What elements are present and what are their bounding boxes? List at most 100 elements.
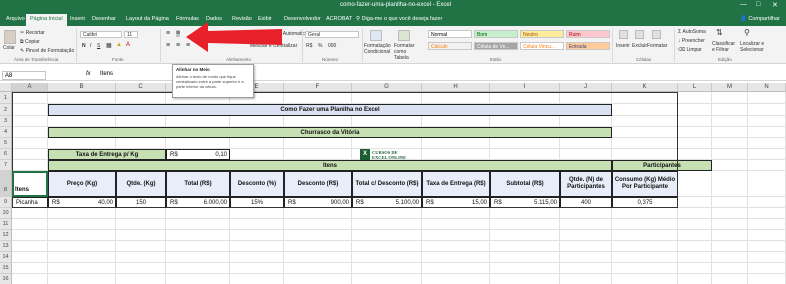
close-button[interactable]: ✕ xyxy=(772,1,778,9)
tab-arquivo[interactable]: Arquivo xyxy=(6,16,25,22)
consumption-value[interactable]: 0,375 xyxy=(612,197,678,208)
find-select-icon[interactable]: ⚲ xyxy=(744,28,750,37)
tax-label[interactable]: Taxa de Entrega p/ Kg xyxy=(48,149,166,160)
header-cell[interactable]: Desconto (%) xyxy=(230,171,284,197)
font-size-select[interactable]: 11 xyxy=(124,31,138,38)
header-cell[interactable]: Total c/ Desconto (R$) xyxy=(352,171,422,197)
header-cell[interactable]: Qtde. (N) de Participantes xyxy=(560,171,612,197)
qty-value[interactable]: 150 xyxy=(116,197,166,208)
item-name[interactable]: Picanha xyxy=(12,197,48,208)
column-header[interactable]: K xyxy=(612,83,678,92)
column-header[interactable]: M xyxy=(712,83,748,92)
conditional-format-icon[interactable] xyxy=(370,30,382,41)
clear-button[interactable]: ⌫ Limpar xyxy=(678,47,702,53)
tell-me-search[interactable]: ⚲ Diga-me o que você deseja fazer xyxy=(356,16,442,22)
row-header[interactable]: 9 xyxy=(0,197,12,208)
sort-filter-button[interactable]: Classificar e Filtrar xyxy=(712,41,736,53)
cell-style-6[interactable]: Célula Vincu... xyxy=(520,42,564,50)
cell-style-2[interactable]: Neutro xyxy=(520,30,564,38)
row-header[interactable]: 11 xyxy=(0,219,12,230)
header-cell[interactable]: Preço (Kg) xyxy=(48,171,116,197)
fill-button[interactable]: ↓ Preencher xyxy=(678,38,705,44)
borders-icon[interactable]: ▦ xyxy=(106,42,112,49)
cell-style-1[interactable]: Bom xyxy=(474,30,518,38)
format-table-icon[interactable] xyxy=(398,30,410,41)
formula-input[interactable]: Itens xyxy=(100,71,113,77)
cell-style-3[interactable]: Ruim xyxy=(566,30,610,38)
header-cell[interactable]: Desconto (R$) xyxy=(284,171,352,197)
column-header[interactable]: J xyxy=(560,83,612,92)
row-header[interactable]: 14 xyxy=(0,252,12,263)
row-header[interactable]: 3 xyxy=(0,116,12,127)
row-header[interactable]: 8 xyxy=(0,171,12,197)
discount-pct[interactable]: 15% xyxy=(230,197,284,208)
delete-cells-icon[interactable] xyxy=(635,30,644,39)
header-cell[interactable]: Total (R$) xyxy=(166,171,230,197)
paste-label[interactable]: Colar xyxy=(3,45,15,51)
discount-value[interactable]: 900,00 xyxy=(284,197,352,208)
cell-style-7[interactable]: Entrada xyxy=(566,42,610,50)
tab-desenvolvedor[interactable]: Desenvolvedor xyxy=(284,16,321,22)
tab-inserir[interactable]: Inserir xyxy=(70,16,85,22)
header-cell[interactable]: Consumo (Kg) Médio Por Participante xyxy=(612,171,678,197)
cell-style-5[interactable]: Célula de Ve... xyxy=(474,42,518,50)
column-header[interactable]: F xyxy=(284,83,352,92)
fx-icon[interactable]: fx xyxy=(86,71,91,77)
row-header[interactable]: 2 xyxy=(0,104,12,116)
sheet-subtitle[interactable]: Churrasco da Vitória xyxy=(48,127,612,138)
column-header[interactable]: N xyxy=(748,83,786,92)
autosum-button[interactable]: Σ AutoSoma xyxy=(678,29,706,35)
fee-value[interactable]: 15,00 xyxy=(422,197,490,208)
insert-cells-icon[interactable] xyxy=(619,30,628,39)
row-header[interactable]: 7 xyxy=(0,160,12,171)
share-button[interactable]: 👤 Compartilhar xyxy=(740,16,780,22)
header-cell[interactable]: Subtotal (R$) xyxy=(490,171,560,197)
row-header[interactable]: 15 xyxy=(0,263,12,274)
percent-button[interactable]: % xyxy=(318,43,322,49)
participants-value[interactable]: 400 xyxy=(560,197,612,208)
row-header[interactable]: 10 xyxy=(0,208,12,219)
price-value[interactable]: 40,00 xyxy=(48,197,116,208)
row-header[interactable]: 16 xyxy=(0,274,12,284)
format-cells-icon[interactable] xyxy=(652,30,661,39)
row-header[interactable]: 6 xyxy=(0,149,12,160)
total-value[interactable]: 6.000,00 xyxy=(166,197,230,208)
column-header[interactable]: C xyxy=(116,83,166,92)
sort-filter-icon[interactable]: ⇅ xyxy=(716,28,723,37)
minimize-button[interactable]: — xyxy=(740,1,747,8)
copy-button[interactable]: ⧉ Copiar xyxy=(20,39,40,45)
number-format-select[interactable]: Geral xyxy=(305,31,359,38)
format-table-button[interactable]: Formatar como Tabela xyxy=(394,43,422,61)
font-color-icon[interactable]: A xyxy=(126,42,130,48)
tab-pagina-inicial[interactable]: Página Inicial xyxy=(26,14,67,26)
currency-button[interactable]: R$ xyxy=(306,43,312,49)
cut-button[interactable]: ✂ Recortar xyxy=(20,30,45,36)
column-header[interactable]: H xyxy=(422,83,490,92)
format-painter-button[interactable]: ✎ Pincel de Formatação xyxy=(20,48,74,54)
column-header[interactable]: I xyxy=(490,83,560,92)
find-select-button[interactable]: Localizar e Selecionar xyxy=(740,41,770,53)
tax-value[interactable]: 0,10 xyxy=(166,149,230,160)
spreadsheet-grid[interactable]: ABCDEFGHIJKLMN12345678910111213141516Com… xyxy=(0,83,786,284)
bold-button[interactable]: N xyxy=(82,43,86,49)
select-all-corner[interactable] xyxy=(0,83,12,92)
column-header[interactable]: G xyxy=(352,83,422,92)
paste-icon[interactable] xyxy=(4,30,16,44)
name-box[interactable]: A8 xyxy=(2,71,46,80)
column-header[interactable]: B xyxy=(48,83,116,92)
total-discount-value[interactable]: 5.100,00 xyxy=(352,197,422,208)
fill-color-icon[interactable]: ▲ xyxy=(116,42,122,48)
header-cell[interactable]: Taxa de Entrega (R$) xyxy=(422,171,490,197)
maximize-button[interactable]: □ xyxy=(756,1,760,8)
items-group-header[interactable]: Itens xyxy=(48,160,612,171)
sheet-title[interactable]: Como Fazer uma Planilha no Excel xyxy=(48,104,612,116)
header-cell[interactable]: Qtde. (Kg) xyxy=(116,171,166,197)
delete-cells-button[interactable]: Excluir xyxy=(632,43,647,49)
align-middle-icon[interactable]: ≡ xyxy=(176,30,181,37)
align-top-icon[interactable]: ≡ xyxy=(166,30,170,37)
thousands-button[interactable]: 000 xyxy=(328,43,336,49)
row-header[interactable]: 1 xyxy=(0,92,12,104)
row-header[interactable]: 4 xyxy=(0,127,12,138)
align-left-icon[interactable]: ≡ xyxy=(166,42,170,49)
header-cell[interactable]: Itens xyxy=(12,171,48,197)
